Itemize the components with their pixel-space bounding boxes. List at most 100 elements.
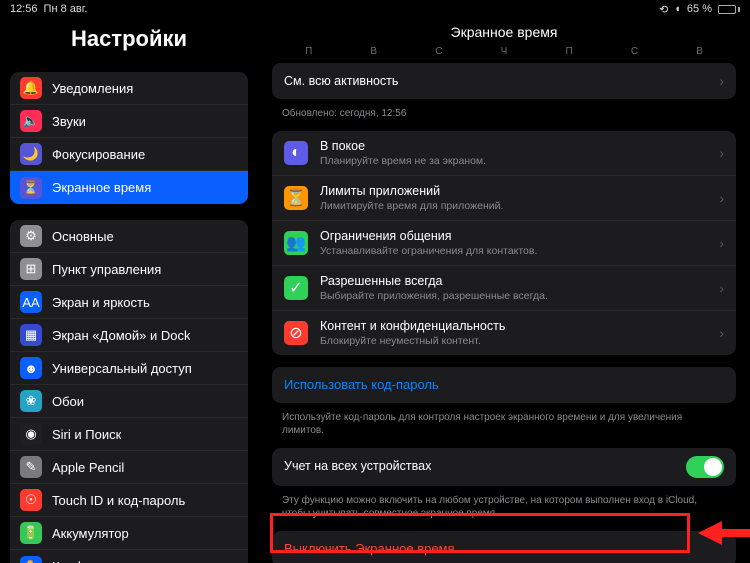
sidebar-item-label: Экранное время: [52, 180, 151, 195]
sidebar-item-g2-10[interactable]: ✋ Конфиденциальность: [10, 550, 248, 563]
sidebar-item-g2-4[interactable]: ☻ Универсальный доступ: [10, 352, 248, 385]
feature-title: Контент и конфиденциальность: [320, 319, 719, 334]
weekday-label: П: [305, 46, 312, 57]
sidebar-item-icon: ☉: [20, 489, 42, 511]
sidebar-item-g2-2[interactable]: AA Экран и яркость: [10, 286, 248, 319]
feature-title: Ограничения общения: [320, 229, 719, 244]
sidebar-item-g2-7[interactable]: ✎ Apple Pencil: [10, 451, 248, 484]
feature-row-3[interactable]: ✓ Разрешенные всегдаВыбирайте приложения,…: [272, 266, 736, 311]
page-title: Экранное время: [258, 18, 750, 44]
feature-icon: ⏳: [284, 186, 308, 210]
share-toggle[interactable]: [686, 456, 724, 478]
sidebar-item-icon: ⊞: [20, 258, 42, 280]
sidebar-item-icon: ▦: [20, 324, 42, 346]
feature-icon: ◐: [284, 141, 308, 165]
sidebar-item-label: Экран и яркость: [52, 295, 150, 310]
sidebar-item-g2-9[interactable]: 🔋 Аккумулятор: [10, 517, 248, 550]
use-passcode-row[interactable]: Использовать код‑пароль: [272, 367, 736, 403]
status-date: Пн 8 авг.: [44, 3, 88, 15]
feature-row-0[interactable]: ◐В покоеПланируйте время не за экраном.›: [272, 131, 736, 176]
sidebar-item-g1-0[interactable]: 🔔 Уведомления: [10, 72, 248, 105]
status-bar: 12:56 Пн 8 авг. ⟲ ◖ 65 %: [0, 0, 750, 18]
sidebar-item-g2-8[interactable]: ☉ Touch ID и код‑пароль: [10, 484, 248, 517]
sidebar-item-label: Аккумулятор: [52, 526, 129, 541]
feature-row-4[interactable]: ⊘ Контент и конфиденциальностьБлокируйте …: [272, 311, 736, 355]
detail-pane: Экранное время П В С Ч П С В См. всю активност…: [258, 18, 750, 563]
share-across-devices-label: Учет на всех устройствах: [284, 459, 686, 474]
sidebar-item-label: Конфиденциальность: [52, 559, 184, 563]
sidebar-item-icon: 🔈: [20, 110, 42, 132]
sidebar-item-icon: ✎: [20, 456, 42, 478]
see-all-activity-label: См. всю активность: [284, 74, 719, 89]
share-across-devices-row[interactable]: Учет на всех устройствах: [272, 448, 736, 486]
sidebar-item-g2-0[interactable]: ⚙ Основные: [10, 220, 248, 253]
sidebar-title: Настройки: [10, 26, 248, 52]
feature-row-2[interactable]: 👥 Ограничения общенияУстанавливайте огран…: [272, 221, 736, 266]
battery-pct: 65 %: [687, 3, 712, 15]
sidebar-item-icon: AA: [20, 291, 42, 313]
sidebar-item-icon: ❀: [20, 390, 42, 412]
feature-subtitle: Устанавливайте ограничения для контактов…: [320, 245, 719, 257]
sidebar-item-icon: ☻: [20, 357, 42, 379]
see-all-activity-row[interactable]: См. всю активность ›: [272, 63, 736, 99]
sidebar-item-icon: ✋: [20, 556, 42, 563]
sidebar-item-g1-2[interactable]: 🌙 Фокусирование: [10, 138, 248, 171]
sidebar-item-label: Touch ID и код‑пароль: [52, 493, 185, 508]
sidebar-item-label: Фокусирование: [52, 147, 145, 162]
feature-subtitle: Выбирайте приложения, разрешенные всегда…: [320, 290, 719, 302]
share-note: Эту функцию можно включить на любом устр…: [272, 490, 736, 531]
sidebar-item-icon: ⏳: [20, 177, 42, 199]
feature-title: Разрешенные всегда: [320, 274, 719, 289]
feature-icon: ✓: [284, 276, 308, 300]
feature-subtitle: Лимитируйте время для приложений.: [320, 200, 719, 212]
use-passcode-label: Использовать код‑пароль: [284, 377, 439, 392]
sidebar-item-label: Универсальный доступ: [52, 361, 192, 376]
sidebar-item-label: Пункт управления: [52, 262, 161, 277]
weekday-label: П: [565, 46, 572, 57]
sidebar-item-g1-3[interactable]: ⏳ Экранное время: [10, 171, 248, 204]
turn-off-screentime-row[interactable]: Выключить Экранное время: [272, 531, 736, 563]
sidebar-item-g2-5[interactable]: ❀ Обои: [10, 385, 248, 418]
weekday-strip: ПВСЧПСВ: [258, 44, 750, 63]
weekday-label: В: [696, 46, 703, 57]
orientation-lock-icon: ⟲: [659, 3, 668, 16]
sidebar-item-label: Обои: [52, 394, 84, 409]
feature-icon: 👥: [284, 231, 308, 255]
feature-subtitle: Блокируйте неуместный контент.: [320, 335, 719, 347]
chevron-right-icon: ›: [719, 145, 724, 161]
chevron-right-icon: ›: [719, 280, 724, 296]
sidebar: Настройки 🔔 Уведомления 🔈 Звуки 🌙 Фокусирован…: [0, 18, 258, 563]
sidebar-item-icon: ◉: [20, 423, 42, 445]
sidebar-item-icon: 🔋: [20, 522, 42, 544]
passcode-note: Используйте код‑пароль для контроля наст…: [272, 407, 736, 448]
weekday-label: С: [631, 46, 638, 57]
sidebar-item-label: Основные: [52, 229, 114, 244]
sidebar-item-label: Уведомления: [52, 81, 133, 96]
sidebar-item-icon: ⚙: [20, 225, 42, 247]
turn-off-label: Выключить Экранное время: [284, 541, 455, 556]
chevron-right-icon: ›: [719, 235, 724, 251]
sidebar-item-label: Экран «Домой» и Dock: [52, 328, 190, 343]
sidebar-item-label: Apple Pencil: [52, 460, 124, 475]
sidebar-item-icon: 🌙: [20, 143, 42, 165]
feature-icon: ⊘: [284, 321, 308, 345]
status-time: 12:56: [10, 3, 38, 15]
battery-icon: [718, 5, 740, 14]
sidebar-item-label: Siri и Поиск: [52, 427, 121, 442]
weekday-label: В: [370, 46, 377, 57]
feature-title: В покое: [320, 139, 719, 154]
sidebar-item-label: Звуки: [52, 114, 86, 129]
sidebar-item-g2-1[interactable]: ⊞ Пункт управления: [10, 253, 248, 286]
sidebar-item-g1-1[interactable]: 🔈 Звуки: [10, 105, 248, 138]
feature-row-1[interactable]: ⏳Лимиты приложенийЛимитируйте время для …: [272, 176, 736, 221]
weekday-label: С: [435, 46, 442, 57]
chevron-right-icon: ›: [719, 73, 724, 89]
sidebar-item-g2-6[interactable]: ◉ Siri и Поиск: [10, 418, 248, 451]
chevron-right-icon: ›: [719, 190, 724, 206]
chevron-right-icon: ›: [719, 325, 724, 341]
weekday-label: Ч: [501, 46, 508, 57]
sidebar-item-g2-3[interactable]: ▦ Экран «Домой» и Dock: [10, 319, 248, 352]
dnd-icon: ◖: [674, 3, 681, 15]
updated-note: Обновлено: сегодня, 12:56: [272, 103, 736, 131]
sidebar-item-icon: 🔔: [20, 77, 42, 99]
